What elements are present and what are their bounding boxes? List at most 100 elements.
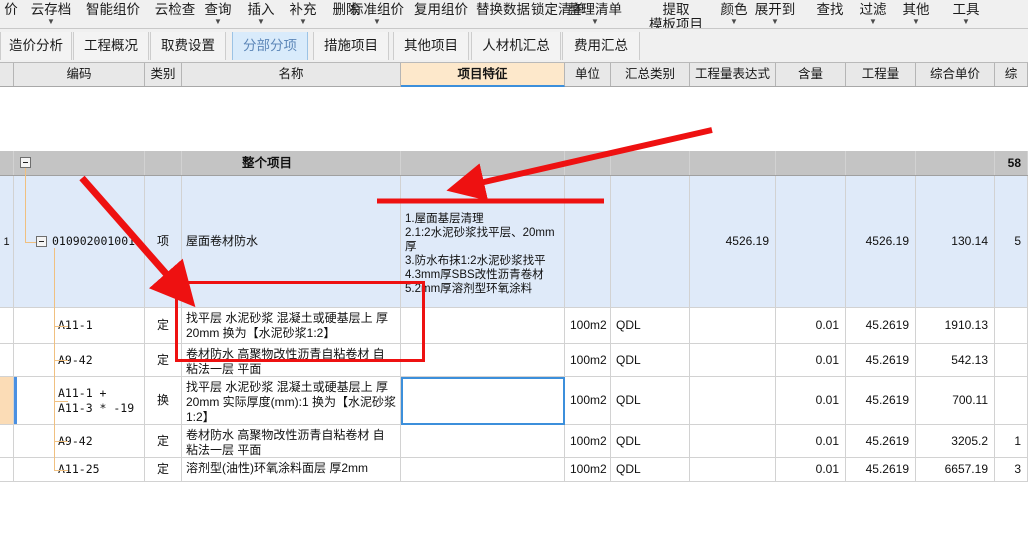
cell-feature[interactable] — [401, 425, 565, 457]
tab-6[interactable]: 人材机汇总 — [471, 32, 561, 60]
cell-category[interactable]: 定 — [145, 308, 182, 343]
cell-name[interactable]: 卷材防水 高聚物改性沥青自粘卷材 自粘法一层 平面 — [182, 344, 401, 376]
cell-unit[interactable]: 100m2 — [565, 458, 611, 481]
toolbar-item-2[interactable]: 智能组价 — [80, 0, 146, 18]
row-number-gutter[interactable] — [0, 458, 14, 481]
cell-sumtype[interactable] — [611, 176, 690, 307]
chevron-down-icon[interactable]: ▼ — [281, 18, 325, 27]
cell-totalprice[interactable] — [995, 308, 1028, 343]
cell-category[interactable]: 定 — [145, 344, 182, 376]
toolbar-item-4[interactable]: 查询 ▼ — [196, 0, 240, 27]
toolbar-item-6[interactable]: 补充 ▼ — [281, 0, 325, 27]
cell-code[interactable]: A11-1 + A11-3 * -19 — [14, 377, 145, 424]
cell-unit[interactable] — [565, 176, 611, 307]
cell-unit[interactable]: 100m2 — [565, 344, 611, 376]
expander-row-1[interactable] — [36, 236, 47, 247]
row-number-gutter[interactable] — [0, 151, 14, 175]
expander-root-project[interactable] — [20, 157, 31, 168]
cell-qtyexpr[interactable] — [690, 151, 776, 175]
cell-qty[interactable]: 4526.19 — [846, 176, 916, 307]
chevron-down-icon[interactable]: ▼ — [239, 18, 283, 27]
column-header-code[interactable]: 编码 — [14, 63, 145, 86]
column-header-feature[interactable]: 项目特征 — [401, 63, 565, 87]
toolbar-item-17[interactable]: 过滤 ▼ — [851, 0, 895, 27]
toolbar-item-8[interactable]: 标准组价 ▼ — [344, 0, 410, 27]
toolbar-item-0[interactable]: 价 — [0, 0, 22, 18]
chevron-down-icon[interactable]: ▼ — [894, 18, 938, 27]
cell-code[interactable]: A11-25 — [14, 458, 145, 481]
chevron-down-icon[interactable]: ▼ — [562, 18, 628, 27]
cell-category[interactable]: 定 — [145, 425, 182, 457]
cell-content[interactable]: 0.01 — [776, 344, 846, 376]
cell-unit[interactable]: 100m2 — [565, 377, 611, 424]
toolbar-item-3[interactable]: 云检查 — [148, 0, 202, 18]
tab-5[interactable]: 其他项目 — [393, 32, 469, 60]
cell-content[interactable] — [776, 151, 846, 175]
table-row[interactable]: A11-1 定找平层 水泥砂浆 混凝土或硬基层上 厚20mm 换为【水泥砂浆1:2… — [0, 308, 1028, 344]
cell-sumtype[interactable]: QDL — [611, 425, 690, 457]
table-row[interactable]: A11-25 定溶剂型(油性)环氧涂料面层 厚2mm 100m2 QDL 0.01 45.… — [0, 458, 1028, 482]
cell-category[interactable]: 项 — [145, 176, 182, 307]
toolbar-item-5[interactable]: 插入 ▼ — [239, 0, 283, 27]
row-number-gutter[interactable]: 1 — [0, 176, 14, 307]
cell-feature[interactable] — [401, 151, 565, 175]
column-header-qty[interactable]: 工程量 — [846, 63, 916, 86]
cell-code[interactable]: A11-1 — [14, 308, 145, 343]
tab-0[interactable]: 造价分析 — [0, 32, 72, 60]
table-row[interactable]: A11-1 + A11-3 * -19 换找平层 水泥砂浆 混凝土或硬基层上 厚2… — [0, 377, 1028, 425]
cell-qtyexpr[interactable] — [690, 458, 776, 481]
column-header-rownum[interactable] — [0, 63, 14, 86]
cell-totalprice[interactable]: 58 — [995, 151, 1028, 175]
cell-sumtype[interactable]: QDL — [611, 377, 690, 424]
cell-content[interactable]: 0.01 — [776, 425, 846, 457]
cell-name[interactable]: 整个项目 — [182, 151, 401, 175]
toolbar-item-12[interactable]: 整理清单 ▼ — [562, 0, 628, 27]
toolbar-item-18[interactable]: 其他 ▼ — [894, 0, 938, 27]
cell-sumtype[interactable]: QDL — [611, 344, 690, 376]
table-row[interactable]: A9-42 定卷材防水 高聚物改性沥青自粘卷材 自粘法一层 平面 100m2 QDL 0… — [0, 425, 1028, 458]
cell-unitprice[interactable] — [916, 151, 995, 175]
toolbar-item-16[interactable]: 查找 — [808, 0, 852, 18]
cell-qty[interactable]: 45.2619 — [846, 308, 916, 343]
cell-qtyexpr[interactable]: 4526.19 — [690, 176, 776, 307]
cell-qtyexpr[interactable] — [690, 377, 776, 424]
cell-qtyexpr[interactable] — [690, 425, 776, 457]
tab-1[interactable]: 工程概况 — [73, 32, 149, 60]
cell-unit[interactable] — [565, 151, 611, 175]
cell-unitprice[interactable]: 6657.19 — [916, 458, 995, 481]
table-row[interactable]: 整个项目 58 — [0, 151, 1028, 176]
cell-content[interactable] — [776, 176, 846, 307]
cell-feature[interactable] — [401, 308, 565, 343]
cell-totalprice[interactable] — [995, 344, 1028, 376]
cell-totalprice[interactable]: 5 — [995, 176, 1028, 307]
column-header-unitprice[interactable]: 综合单价 — [916, 63, 995, 86]
toolbar-item-13[interactable]: 提取 模板项目 — [643, 0, 709, 28]
cell-sumtype[interactable]: QDL — [611, 458, 690, 481]
cell-unitprice[interactable]: 542.13 — [916, 344, 995, 376]
table-row[interactable]: 1 010902001001 项屋面卷材防水 1.屋面基层清理 2.1:2水泥砂浆找平… — [0, 176, 1028, 308]
cell-unitprice[interactable]: 1910.13 — [916, 308, 995, 343]
column-header-category[interactable]: 类别 — [145, 63, 182, 86]
cell-qty[interactable]: 45.2619 — [846, 377, 916, 424]
cell-category[interactable]: 定 — [145, 458, 182, 481]
chevron-down-icon[interactable]: ▼ — [24, 18, 78, 27]
cell-code[interactable]: A9-42 — [14, 344, 145, 376]
row-number-gutter[interactable] — [0, 377, 14, 424]
cell-unitprice[interactable]: 3205.2 — [916, 425, 995, 457]
toolbar-item-15[interactable]: 展开到 ▼ — [748, 0, 802, 27]
cell-qtyexpr[interactable] — [690, 308, 776, 343]
cell-content[interactable]: 0.01 — [776, 458, 846, 481]
cell-feature[interactable] — [401, 344, 565, 376]
chevron-down-icon[interactable]: ▼ — [851, 18, 895, 27]
column-header-totalprice[interactable]: 综 — [995, 63, 1028, 86]
cell-code[interactable]: A9-42 — [14, 425, 145, 457]
cell-name[interactable]: 找平层 水泥砂浆 混凝土或硬基层上 厚20mm 实际厚度(mm):1 换为【水泥… — [182, 377, 401, 424]
row-number-gutter[interactable] — [0, 308, 14, 343]
cell-feature[interactable] — [401, 458, 565, 481]
cell-category[interactable] — [145, 151, 182, 175]
column-header-sumtype[interactable]: 汇总类别 — [611, 63, 690, 86]
cell-name[interactable]: 找平层 水泥砂浆 混凝土或硬基层上 厚20mm 换为【水泥砂浆1:2】 — [182, 308, 401, 343]
chevron-down-icon[interactable]: ▼ — [944, 18, 988, 27]
cell-sumtype[interactable]: QDL — [611, 308, 690, 343]
cell-unit[interactable]: 100m2 — [565, 425, 611, 457]
